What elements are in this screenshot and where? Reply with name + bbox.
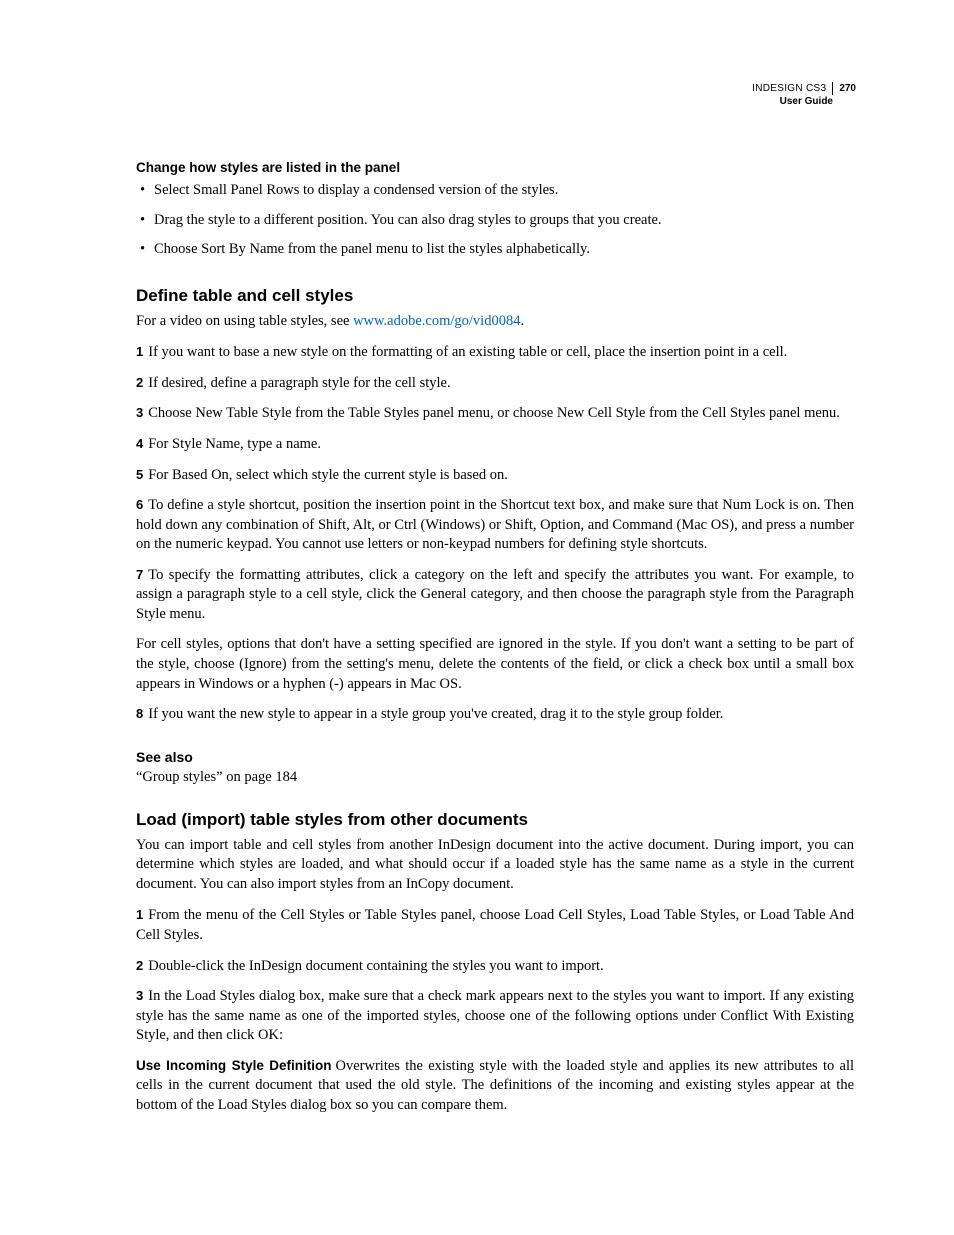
step-text: If desired, define a paragraph style for… <box>148 375 450 391</box>
step-item: 3In the Load Styles dialog box, make sur… <box>136 987 854 1046</box>
step-number: 2 <box>136 958 143 973</box>
step-item: 2 Double-click the InDesign document cont… <box>136 957 854 977</box>
step-number: 6 <box>136 497 143 512</box>
step-text: Choose New Table Style from the Table St… <box>148 405 840 421</box>
definition-paragraph: Use Incoming Style DefinitionOverwrites … <box>136 1057 854 1116</box>
step-number: 3 <box>136 988 143 1003</box>
step-item: 4 For Style Name, type a name. <box>136 435 854 455</box>
step-text: In the Load Styles dialog box, make sure… <box>136 988 854 1043</box>
intro-paragraph: You can import table and cell styles fro… <box>136 836 854 895</box>
page-header: INDESIGN CS3 270 User Guide <box>752 82 856 108</box>
document-page: INDESIGN CS3 270 User Guide Change how s… <box>0 0 954 1187</box>
header-guide: User Guide <box>752 95 856 108</box>
step-text: If you want the new style to appear in a… <box>148 706 723 722</box>
bullet-item: Select Small Panel Rows to display a con… <box>136 181 854 201</box>
header-product: INDESIGN CS3 <box>752 82 832 95</box>
see-also-heading: See also <box>136 749 854 765</box>
definition-term: Use Incoming Style Definition <box>136 1058 332 1073</box>
step-item: 3 Choose New Table Style from the Table S… <box>136 404 854 424</box>
step-text: To define a style shortcut, position the… <box>136 497 854 552</box>
subheading-change-styles: Change how styles are listed in the pane… <box>136 160 854 175</box>
step-number: 7 <box>136 567 143 582</box>
intro-paragraph: For a video on using table styles, see w… <box>136 312 854 332</box>
step-number: 3 <box>136 405 143 420</box>
body-paragraph: For cell styles, options that don't have… <box>136 635 854 694</box>
step-number: 2 <box>136 375 143 390</box>
bullet-list: Select Small Panel Rows to display a con… <box>136 181 854 260</box>
numbered-list: 1From the menu of the Cell Styles or Tab… <box>136 906 854 1045</box>
paragraph-text: For cell styles, options that don't have… <box>136 636 854 691</box>
bullet-item: Drag the style to a different position. … <box>136 211 854 231</box>
step-item: 5 For Based On, select which style the cu… <box>136 466 854 486</box>
header-page-number: 270 <box>832 82 856 95</box>
step-text: To specify the formatting attributes, cl… <box>136 567 854 622</box>
video-link[interactable]: www.adobe.com/go/vid0084 <box>353 313 520 329</box>
step-item: 8 If you want the new style to appear in … <box>136 705 854 725</box>
step-text: Double-click the InDesign document conta… <box>148 958 603 974</box>
step-text: For Style Name, type a name. <box>148 436 321 452</box>
numbered-list: 1 If you want to base a new style on the … <box>136 343 854 724</box>
step-text: For Based On, select which style the cur… <box>148 467 508 483</box>
step-number: 1 <box>136 907 143 922</box>
step-number: 8 <box>136 706 143 721</box>
intro-suffix: . <box>520 313 524 329</box>
step-item: 1From the menu of the Cell Styles or Tab… <box>136 906 854 945</box>
step-text: If you want to base a new style on the f… <box>148 344 787 360</box>
step-number: 5 <box>136 467 143 482</box>
heading-load-styles: Load (import) table styles from other do… <box>136 810 854 830</box>
step-item: 6To define a style shortcut, position th… <box>136 496 854 555</box>
step-item: 7To specify the formatting attributes, c… <box>136 566 854 625</box>
step-item: 2 If desired, define a paragraph style fo… <box>136 374 854 394</box>
bullet-item: Choose Sort By Name from the panel menu … <box>136 240 854 260</box>
page-content: Change how styles are listed in the pane… <box>136 160 854 1115</box>
intro-text: For a video on using table styles, see <box>136 313 353 329</box>
see-also-link[interactable]: “Group styles” on page 184 <box>136 769 854 786</box>
step-number: 4 <box>136 436 143 451</box>
step-text: From the menu of the Cell Styles or Tabl… <box>136 907 854 943</box>
step-number: 1 <box>136 344 143 359</box>
step-item: 1 If you want to base a new style on the … <box>136 343 854 363</box>
heading-define-styles: Define table and cell styles <box>136 286 854 306</box>
